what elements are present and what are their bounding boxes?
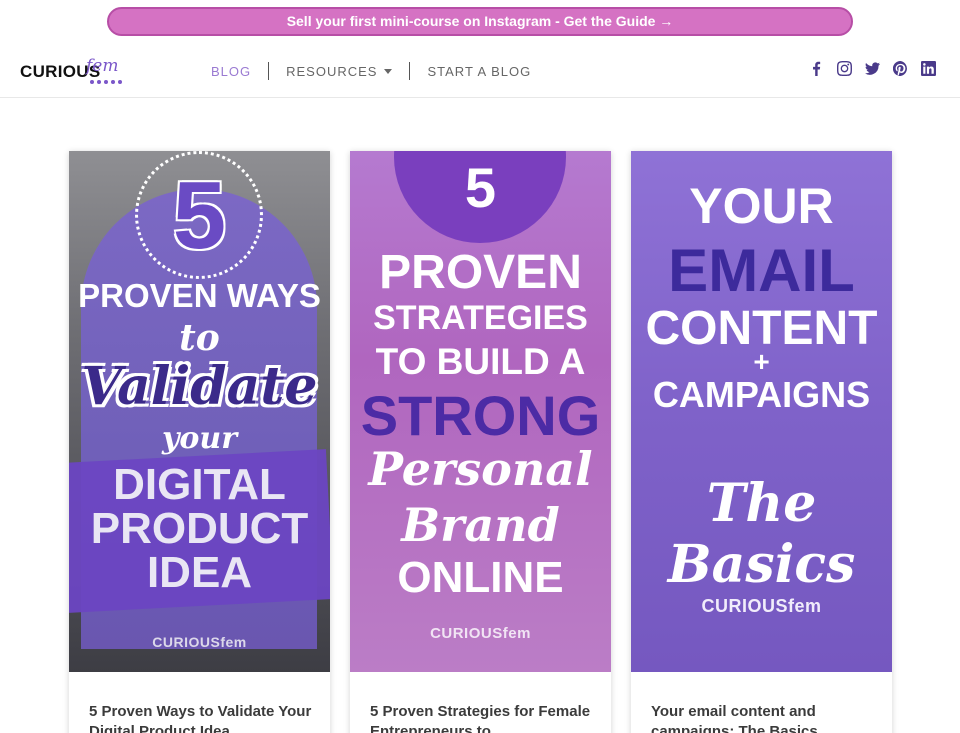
poster-number: 5: [172, 162, 227, 269]
nav-divider: [409, 62, 411, 80]
poster-line: Validate: [81, 356, 318, 417]
blog-card[interactable]: 5 PROVEN WAYS to Validate your DIGITAL P…: [69, 151, 330, 733]
nav-blog-label: BLOG: [211, 63, 252, 79]
poster-brand: CURIOUSfem: [701, 596, 822, 616]
poster-line: CAMPAIGNS: [652, 374, 871, 415]
nav-blog[interactable]: BLOG: [211, 64, 251, 79]
pinterest-icon[interactable]: [893, 61, 908, 76]
blog-card[interactable]: YOUR EMAIL CONTENT + CAMPAIGNS The Basic…: [631, 151, 892, 733]
card-title[interactable]: Your email content and campaigns: The Ba…: [651, 702, 874, 733]
social-links: [809, 61, 936, 76]
poster-line: ONLINE: [397, 553, 564, 602]
facebook-icon[interactable]: [809, 61, 824, 76]
poster-brand: CURIOUSfem: [430, 625, 531, 642]
poster-line: STRATEGIES: [373, 299, 588, 337]
instagram-icon[interactable]: [837, 61, 852, 76]
poster-line: your: [161, 421, 238, 456]
nav-start-a-blog-label: START A BLOG: [427, 63, 532, 79]
poster-line: YOUR: [689, 178, 834, 234]
poster-line: PROVEN WAYS: [78, 277, 321, 314]
site-header: CURIOUS fem BLOG RESOURCES START A BLOG: [0, 44, 960, 98]
poster-line: DIGITAL PRODUCT IDEA: [90, 460, 309, 597]
poster-line: EMAIL: [668, 237, 855, 304]
card-image[interactable]: YOUR EMAIL CONTENT + CAMPAIGNS The Basic…: [631, 151, 892, 672]
poster-line: to: [179, 317, 220, 359]
nav-resources-label: RESOURCES: [286, 63, 378, 79]
card-title[interactable]: 5 Proven Strategies for Female Entrepren…: [370, 702, 593, 733]
card-image[interactable]: 5 PROVEN STRATEGIES TO BUILD A STRONG Pe…: [350, 151, 611, 672]
logo-script: fem: [86, 56, 119, 76]
poster-line: STRONG: [360, 384, 601, 447]
twitter-icon[interactable]: [865, 61, 880, 76]
nav-start-a-blog[interactable]: START A BLOG: [427, 64, 531, 79]
poster-number: 5: [464, 156, 497, 219]
promo-banner-button[interactable]: Sell your first mini-course on Instagram…: [107, 7, 853, 36]
poster-line: TO BUILD A: [375, 341, 586, 382]
poster-brand: CURIOUSfem: [152, 634, 247, 650]
nav-divider: [268, 62, 270, 80]
site-logo[interactable]: CURIOUS fem: [20, 54, 130, 84]
logo-dots: [90, 80, 122, 84]
linkedin-icon[interactable]: [921, 61, 936, 76]
poster-line: PROVEN: [379, 246, 582, 299]
card-title[interactable]: 5 Proven Ways to Validate Your Digital P…: [89, 702, 312, 733]
blog-card[interactable]: 5 PROVEN STRATEGIES TO BUILD A STRONG Pe…: [350, 151, 611, 733]
nav-resources[interactable]: RESOURCES: [286, 63, 393, 79]
card-image[interactable]: 5 PROVEN WAYS to Validate your DIGITAL P…: [69, 151, 330, 672]
poster-line: The Basics: [667, 473, 856, 595]
poster-line: Personal Brand: [368, 442, 593, 552]
chevron-down-icon: [384, 68, 393, 74]
main-nav: BLOG RESOURCES START A BLOG: [211, 62, 531, 80]
